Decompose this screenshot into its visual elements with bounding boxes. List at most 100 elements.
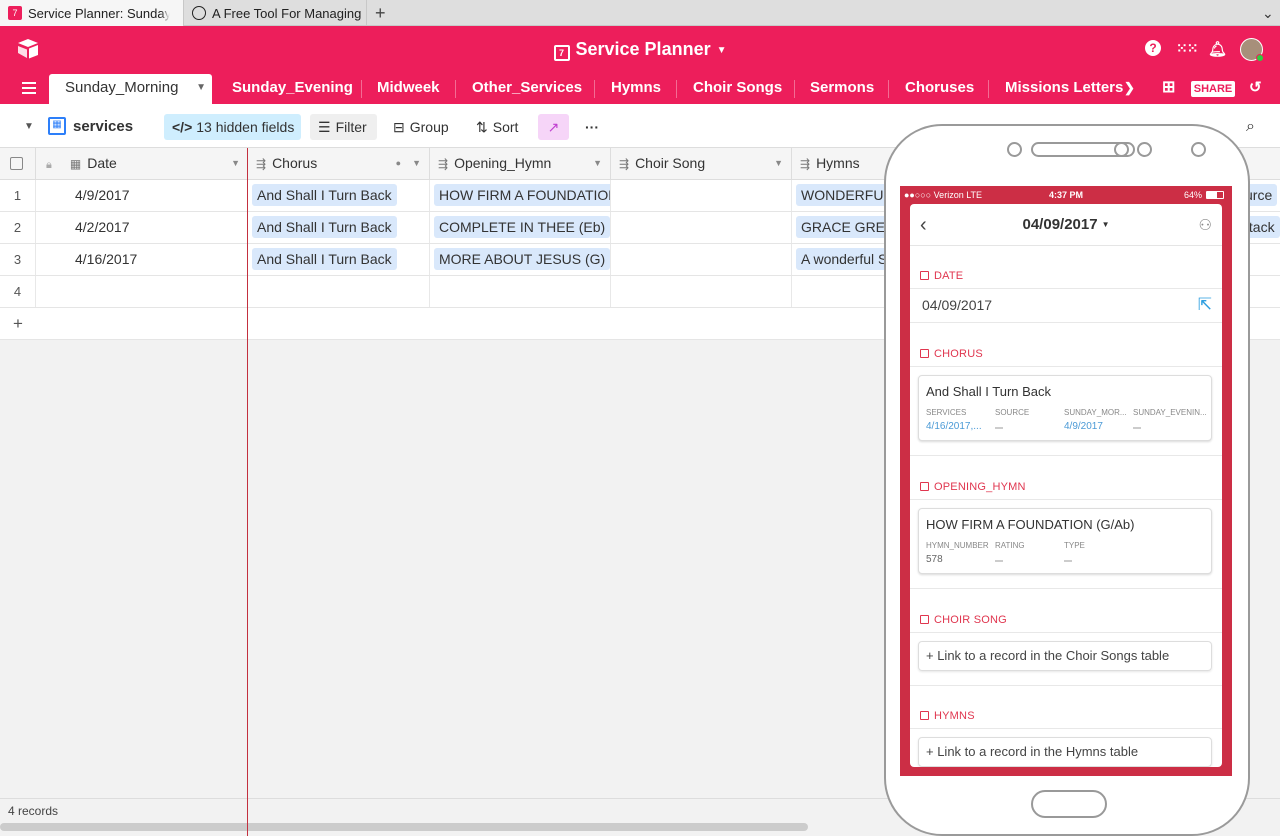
linked-record-pill[interactable]: And Shall I Turn Back — [252, 248, 397, 270]
expand-external-icon[interactable]: ⇱ — [1198, 295, 1212, 315]
divider — [910, 632, 1222, 633]
caret-down-icon[interactable]: ▼ — [412, 148, 421, 179]
chevron-right-icon[interactable]: ❯ — [1124, 74, 1135, 104]
tab-sunday-morning[interactable]: Sunday_Morning ▼ — [49, 74, 212, 104]
chorus-cell[interactable] — [248, 276, 430, 307]
chevron-down-icon[interactable]: ⌄ — [1254, 0, 1280, 26]
browser-tab-service-planner[interactable]: 7 Service Planner: Sunday_M — [0, 0, 184, 26]
apps-grid-icon[interactable]: ⁙⁙ — [1176, 40, 1198, 57]
group-icon: ⊟ — [393, 119, 405, 135]
more-options-icon[interactable]: ··· — [585, 114, 599, 140]
linked-record-card[interactable]: And Shall I Turn Back SERVICES SOURCE SU… — [918, 375, 1212, 441]
record-title[interactable]: 04/09/2017 ▼ — [910, 216, 1222, 233]
base-title[interactable]: 7 Service Planner ▼ — [0, 39, 1280, 61]
caret-down-icon[interactable]: ▼ — [774, 148, 783, 179]
share-view-icon[interactable]: ↗ — [538, 114, 569, 140]
column-header-chorus[interactable]: ⇶ Chorus ● ▼ — [248, 148, 430, 180]
divider — [910, 288, 1222, 289]
linked-record-icon: ⇶ — [619, 157, 630, 171]
linked-record-pill[interactable]: WONDERFUL — [796, 184, 897, 206]
field-value: 578 — [926, 554, 943, 565]
select-all-checkbox[interactable] — [0, 148, 36, 180]
opening-hymn-cell[interactable]: COMPLETE IN THEE (Eb) — [430, 212, 611, 243]
chorus-cell[interactable]: And Shall I Turn Back — [248, 244, 430, 275]
linked-record-pill[interactable]: And Shall I Turn Back — [252, 216, 397, 238]
tab-other-services[interactable]: Other_Services — [472, 74, 582, 104]
tab-sermons[interactable]: Sermons — [810, 74, 874, 104]
linked-record-pill[interactable]: MORE ABOUT JESUS (G) — [434, 248, 610, 270]
empty-value-dash — [995, 560, 1003, 562]
horizontal-scrollbar[interactable] — [0, 823, 808, 831]
column-header-date[interactable]: 🔒︎ ▦ Date ▼ — [36, 148, 248, 180]
calendar-field-icon: ▦ — [69, 157, 82, 171]
chorus-cell[interactable]: And Shall I Turn Back — [248, 212, 430, 243]
collaborators-icon[interactable]: ⚇ — [1199, 216, 1212, 234]
hidden-fields-label: 13 hidden fields — [196, 119, 295, 135]
record-card: ‹ 04/09/2017 ▼ ⚇ DATE 04/09/2017 ⇱ CHORUS… — [910, 204, 1222, 767]
tab-choir-songs[interactable]: Choir Songs — [693, 74, 782, 104]
row-number: 3 — [0, 244, 36, 275]
link-record-button[interactable]: + Link to a record in the Choir Songs ta… — [918, 641, 1212, 671]
tab-midweek[interactable]: Midweek — [377, 74, 440, 104]
share-button[interactable]: SHARE — [1191, 81, 1235, 97]
column-header-opening-hymn[interactable]: ⇶ Opening_Hymn ▼ — [430, 148, 611, 180]
add-table-icon[interactable]: ⊞ — [1162, 74, 1175, 104]
search-icon[interactable]: ⌕ — [1246, 114, 1255, 140]
column-header-choir-song[interactable]: ⇶ Choir Song ▼ — [611, 148, 792, 180]
add-row-icon[interactable]: + — [0, 308, 36, 339]
caret-down-icon[interactable]: ▼ — [593, 148, 602, 179]
view-name[interactable]: services — [73, 114, 133, 140]
date-cell[interactable]: 4/9/2017 — [36, 180, 248, 211]
section-label-choir-song: CHOIR SONG — [920, 614, 1007, 626]
caret-down-icon[interactable]: ▼ — [231, 148, 240, 179]
linked-record-pill[interactable]: HOW FIRM A FOUNDATION — [434, 184, 610, 206]
link-record-button[interactable]: + Link to a record in the Hymns table — [918, 737, 1212, 767]
linked-record-icon — [920, 349, 929, 358]
tab-choruses[interactable]: Choruses — [905, 74, 974, 104]
calendar-field-icon — [920, 271, 929, 280]
choir-song-cell[interactable] — [611, 244, 792, 275]
date-value[interactable]: 04/09/2017 — [922, 297, 992, 313]
group-button[interactable]: ⊟ Group — [393, 114, 449, 140]
choir-song-cell[interactable] — [611, 180, 792, 211]
new-tab-button[interactable]: + — [366, 0, 396, 26]
date-cell[interactable] — [36, 276, 248, 307]
history-icon[interactable]: ↺ — [1249, 74, 1262, 104]
phone-status-bar: ●●○○○ Verizon LTE 4:37 PM 64% — [900, 186, 1232, 204]
tab-divider — [988, 80, 989, 98]
column-label: Date — [87, 155, 117, 171]
chorus-cell[interactable]: And Shall I Turn Back — [248, 180, 430, 211]
bell-icon[interactable]: 🔔︎ — [1208, 40, 1227, 58]
frozen-column-divider[interactable] — [247, 148, 248, 836]
filter-label: Filter — [335, 119, 367, 135]
tab-hymns[interactable]: Hymns — [611, 74, 661, 104]
filter-button[interactable]: ☰ Filter — [310, 114, 377, 140]
tab-sunday-evening[interactable]: Sunday_Evening — [232, 74, 353, 104]
linked-record-pill[interactable]: And Shall I Turn Back — [252, 184, 397, 206]
sort-label: Sort — [492, 119, 519, 135]
choir-song-cell[interactable] — [611, 212, 792, 243]
calendar-icon: 7 — [553, 45, 570, 61]
hamburger-menu-icon[interactable] — [22, 82, 36, 94]
linked-record-card[interactable]: HOW FIRM A FOUNDATION (G/Ab) HYMN_NUMBER… — [918, 508, 1212, 574]
caret-down-icon[interactable]: ▼ — [24, 114, 34, 140]
tab-divider — [594, 80, 595, 98]
caret-down-icon[interactable]: ▼ — [196, 74, 206, 102]
tab-missions-letters[interactable]: Missions Letters — [1005, 74, 1123, 104]
hidden-fields-button[interactable]: </> 13 hidden fields — [164, 114, 301, 140]
date-cell[interactable]: 4/16/2017 — [36, 244, 248, 275]
opening-hymn-cell[interactable]: HOW FIRM A FOUNDATION — [430, 180, 611, 211]
choir-song-cell[interactable] — [611, 276, 792, 307]
linked-record-pill[interactable]: COMPLETE IN THEE (Eb) — [434, 216, 610, 238]
opening-hymn-cell[interactable] — [430, 276, 611, 307]
linked-record-pill[interactable]: A wonderful S — [796, 248, 893, 270]
help-icon[interactable]: ? — [1145, 40, 1161, 56]
opening-hymn-cell[interactable]: MORE ABOUT JESUS (G) — [430, 244, 611, 275]
sort-button[interactable]: ⇅ Sort — [476, 114, 518, 140]
divider — [910, 588, 1222, 589]
lock-icon: 🔒︎ — [46, 159, 52, 171]
date-cell[interactable]: 4/2/2017 — [36, 212, 248, 243]
caret-down-icon: ▼ — [1101, 220, 1110, 229]
record-header: ‹ 04/09/2017 ▼ ⚇ — [910, 204, 1222, 246]
browser-tab-free-tool[interactable]: A Free Tool For Managing — [184, 0, 366, 26]
